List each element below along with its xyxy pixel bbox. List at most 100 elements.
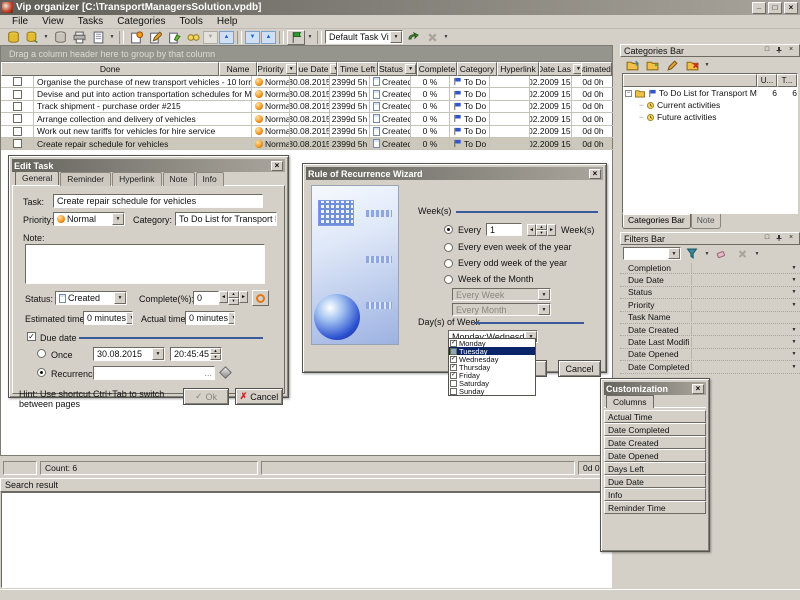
group-by-bar[interactable]: Drag a column header here to group by th… (0, 45, 613, 62)
wizard-cancel-button[interactable]: Cancel (558, 360, 601, 377)
close-button[interactable] (784, 2, 798, 14)
hidden-column-item[interactable]: Reminder Time (604, 501, 706, 514)
toolbar-overflow[interactable]: ▼ (442, 34, 450, 40)
categories-bar-header[interactable]: Categories Bar □ × (620, 44, 800, 57)
filter-row[interactable]: Date Created ▼ (620, 324, 800, 336)
column-header[interactable]: Category (457, 62, 497, 76)
view-task-button[interactable] (184, 30, 202, 45)
edit-task-close-icon[interactable] (271, 161, 283, 171)
delete-view-button[interactable] (423, 30, 441, 45)
once-time-spinner[interactable]: 20:45:45 ▲▼ (170, 347, 222, 361)
category-combobox[interactable]: To Do List for Transport Ma (175, 212, 277, 226)
edit-category-button[interactable] (663, 58, 681, 73)
due-date-checkbox[interactable] (27, 332, 36, 341)
actual-time-combobox[interactable]: 0 minutes (185, 311, 235, 325)
day-checkbox[interactable] (450, 372, 457, 379)
menu-item[interactable]: Tasks (72, 15, 110, 28)
hidden-column-item[interactable]: Info (604, 488, 706, 501)
ok-button[interactable]: ✓Ok (183, 388, 229, 405)
hidden-column-item[interactable]: Actual Time (604, 410, 706, 423)
day-option[interactable]: Sunday (449, 387, 535, 395)
menu-item[interactable]: File (6, 15, 34, 28)
wizard-title-bar[interactable]: Rule of Recurrence Wizard (306, 167, 603, 180)
filter-row[interactable]: Date Opened ▼ (620, 349, 800, 361)
filters-bar-header[interactable]: Filters Bar □ × (620, 232, 800, 245)
month-select-dropdown[interactable] (538, 304, 550, 315)
print-dropdown[interactable]: ▼ (108, 34, 116, 40)
category-root-row[interactable]: − To Do List for Transport Managers 6 6 (623, 87, 797, 99)
new-subcategory-button[interactable] (643, 58, 661, 73)
column-header[interactable]: Hyperlink (497, 62, 539, 76)
filter-row[interactable]: Due Date ▼ (620, 274, 800, 286)
pin-pane-icon[interactable] (774, 46, 784, 55)
table-row[interactable]: Organise the purchase of new transport v… (1, 76, 612, 88)
pin-pane-icon[interactable] (774, 234, 784, 243)
flag-dropdown[interactable]: ▼ (306, 34, 314, 40)
done-checkbox[interactable] (13, 114, 22, 123)
week-select-dropdown[interactable] (538, 289, 550, 300)
spin-down-icon[interactable]: ▼ (228, 298, 239, 305)
every-input[interactable]: 1 (486, 223, 522, 236)
apply-filter-dropdown[interactable]: ▼ (703, 251, 711, 257)
week-select[interactable]: Every Week (452, 288, 551, 301)
edit-task-tab[interactable]: Reminder (60, 172, 111, 186)
hidden-column-item[interactable]: Date Opened (604, 449, 706, 462)
column-header[interactable]: Done (1, 62, 219, 76)
column-header[interactable]: Estimated Ti (581, 62, 612, 76)
category-child-row[interactable]: − Future activities (623, 111, 797, 123)
odd-week-radio[interactable] (444, 259, 453, 268)
filter-preset-dropdown[interactable] (668, 248, 680, 259)
recurrence-diamond-icon[interactable] (219, 366, 232, 379)
day-checkbox[interactable] (450, 356, 457, 363)
column-header[interactable]: Complete (417, 62, 457, 76)
recurrence-field[interactable]: ... (93, 366, 215, 380)
minimize-button[interactable] (752, 2, 766, 14)
new-database-button[interactable] (4, 30, 22, 45)
new-category-button[interactable] (623, 58, 641, 73)
month-select[interactable]: Every Month (452, 303, 551, 316)
spin-left-icon[interactable]: ◄ (527, 224, 536, 236)
time-down-icon[interactable]: ▼ (210, 354, 221, 360)
hidden-column-item[interactable]: Days Left (604, 462, 706, 475)
apply-view-button[interactable] (404, 30, 422, 45)
recurrence-radio[interactable] (37, 368, 46, 377)
every-radio[interactable] (444, 225, 453, 234)
categories-toolbar-overflow[interactable]: ▼ (703, 62, 711, 68)
menu-item[interactable]: Tools (174, 15, 209, 28)
day-checkbox[interactable] (450, 380, 457, 387)
table-row[interactable]: Work out new tariffs for vehicles for hi… (1, 126, 612, 138)
expand-all-button[interactable]: ▲ (219, 31, 234, 44)
edit-task-button[interactable] (146, 30, 164, 45)
move-up-button[interactable]: ▲ (261, 31, 276, 44)
wizard-close-icon[interactable] (589, 169, 601, 179)
collapse-all-button[interactable]: ▼ (203, 31, 218, 44)
menu-item[interactable]: Help (211, 15, 244, 28)
day-checkbox[interactable] (450, 364, 457, 371)
estimated-time-combobox[interactable]: 0 minutes (83, 311, 133, 325)
column-header[interactable]: Name (219, 62, 257, 76)
close-pane-icon[interactable]: × (786, 46, 796, 55)
column-filter-button[interactable] (573, 64, 581, 74)
filters-toolbar-overflow[interactable]: ▼ (753, 251, 761, 257)
spin-down-icon[interactable]: ▼ (536, 230, 547, 236)
print-preview-button[interactable] (89, 30, 107, 45)
day-checkbox[interactable] (450, 340, 457, 347)
column-header[interactable]: Priority (257, 62, 297, 76)
filter-row[interactable]: Status ▼ (620, 287, 800, 299)
duplicate-task-button[interactable] (165, 30, 183, 45)
close-pane-icon[interactable]: × (786, 234, 796, 243)
filter-dropdown-icon[interactable]: ▼ (788, 327, 800, 333)
total-column[interactable]: T... (777, 74, 797, 87)
edit-task-tab[interactable]: Info (196, 172, 224, 186)
delete-filter-button[interactable] (733, 246, 751, 261)
new-task-button[interactable] (127, 30, 145, 45)
pane-tab[interactable]: Categories Bar (622, 214, 691, 229)
column-filter-button[interactable] (405, 64, 416, 74)
backup-database-button[interactable] (51, 30, 69, 45)
filter-dropdown-icon[interactable]: ▼ (788, 265, 800, 271)
customization-title-bar[interactable]: Customization (604, 382, 706, 395)
filter-dropdown-icon[interactable]: ▼ (788, 302, 800, 308)
menu-item[interactable]: View (36, 15, 70, 28)
category-column[interactable] (623, 74, 757, 87)
spin-right-icon[interactable]: ► (547, 224, 556, 236)
